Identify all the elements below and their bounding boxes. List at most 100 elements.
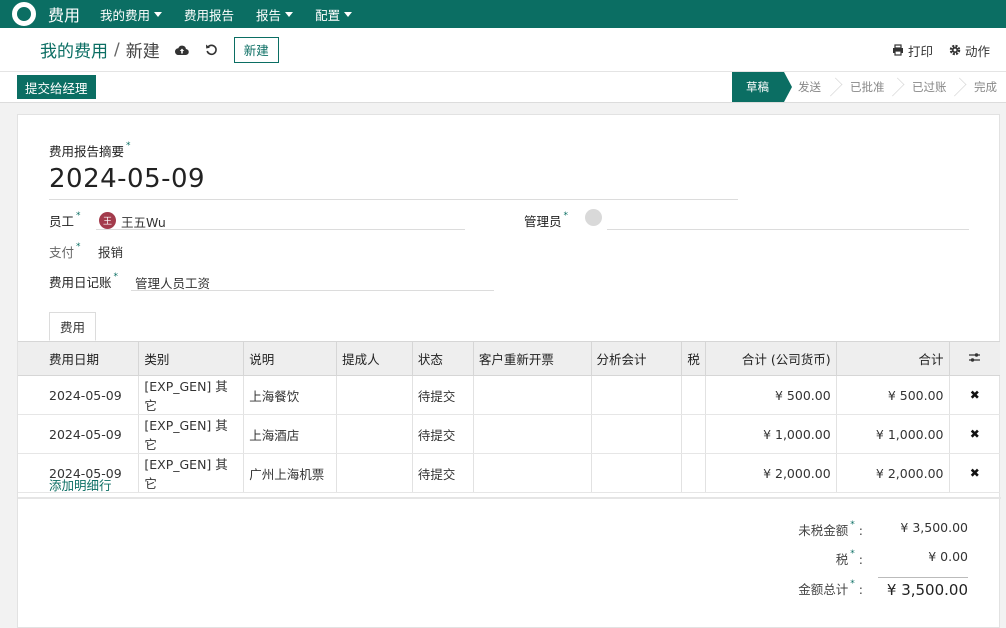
table-row[interactable]: 2024-05-09 [EXP_GEN] 其它 上海酒店 待提交 ¥ 1,000…: [18, 414, 1000, 454]
cell-total-company: ¥ 2,000.00: [704, 453, 837, 493]
menu-label: 配置: [315, 7, 341, 23]
cell-analytic: [590, 453, 682, 493]
manager-avatar: [585, 209, 602, 226]
cell-total-company: ¥ 500.00: [704, 375, 837, 415]
action-label: 动作: [964, 43, 990, 59]
employee-underline: [96, 229, 465, 230]
required-mark: *: [113, 272, 119, 282]
col-header-total[interactable]: 合计: [835, 341, 950, 376]
add-line-link[interactable]: 添加明细行: [49, 475, 112, 494]
breadcrumb-separator: /: [114, 39, 120, 60]
new-button[interactable]: 新建: [233, 36, 279, 63]
delete-row-icon[interactable]: ✖: [948, 414, 1000, 454]
tax-label-text: 税: [835, 552, 849, 567]
col-header-tax[interactable]: 税: [681, 341, 706, 376]
totals-divider: [18, 497, 1001, 499]
summary-label-text: 费用报告摘要: [49, 144, 125, 159]
cell-commission: [336, 453, 413, 493]
step-draft[interactable]: 草稿: [732, 72, 792, 102]
cell-date: 2024-05-09: [18, 375, 139, 415]
table-row[interactable]: 2024-05-09 [EXP_GEN] 其它 广州上海机票 待提交 ¥ 2,0…: [18, 453, 1000, 493]
tax-label: 税 * :: [743, 549, 863, 568]
menu-my-expenses[interactable]: 我的费用: [100, 5, 163, 24]
cell-status: 待提交: [411, 453, 474, 493]
col-header-category[interactable]: 类别: [138, 341, 244, 376]
menu-label: 报告: [256, 7, 282, 23]
delete-row-icon[interactable]: ✖: [948, 375, 1000, 415]
undo-icon[interactable]: [204, 42, 220, 58]
cell-description: 上海酒店: [243, 414, 337, 454]
cell-reinvoice: [472, 375, 592, 415]
cell-commission: [336, 375, 413, 415]
control-panel: 我的费用 / 新建 新建 打印 动作: [0, 28, 1006, 72]
cell-reinvoice: [472, 414, 592, 454]
untaxed-label: 未税金额 * :: [743, 520, 863, 539]
app-logo-icon[interactable]: [12, 2, 36, 26]
untaxed-label-text: 未税金额: [798, 523, 849, 538]
cell-total: ¥ 1,000.00: [835, 414, 950, 454]
col-header-status[interactable]: 状态: [411, 341, 474, 376]
column-settings-icon[interactable]: [948, 341, 1000, 376]
gear-icon: [949, 44, 961, 56]
step-posted[interactable]: 已过账: [898, 72, 967, 102]
summary-input[interactable]: 2024-05-09: [49, 164, 205, 194]
print-icon: [892, 44, 903, 56]
payment-field[interactable]: 报销: [98, 242, 123, 261]
payment-label: 支付 *: [49, 242, 81, 261]
cloud-upload-icon[interactable]: [174, 42, 190, 58]
step-label: 草稿: [746, 80, 769, 94]
employee-avatar: 王: [99, 212, 116, 229]
cell-tax: [681, 414, 706, 454]
required-mark: *: [76, 242, 81, 252]
required-mark: *: [126, 141, 131, 151]
menu-label: 费用报告: [184, 7, 235, 23]
caret-down-icon: [344, 11, 353, 17]
manager-label: 管理员 *: [524, 211, 568, 230]
menu-configuration[interactable]: 配置: [315, 5, 353, 24]
manager-field[interactable]: [607, 229, 969, 230]
manager-label-text: 管理员: [524, 214, 562, 229]
col-header-commission[interactable]: 提成人: [336, 341, 413, 376]
cell-reinvoice: [472, 453, 592, 493]
cell-tax: [681, 375, 706, 415]
tax-amount: ¥ 0.00: [928, 549, 968, 564]
journal-label: 费用日记账 *: [49, 272, 118, 291]
col-header-total-company[interactable]: 合计 (公司货币): [704, 341, 837, 376]
journal-underline: [131, 290, 494, 291]
total-label-text: 金额总计: [798, 582, 849, 597]
cell-commission: [336, 414, 413, 454]
col-header-analytic[interactable]: 分析会计: [590, 341, 682, 376]
tab-expenses[interactable]: 费用: [49, 312, 97, 341]
expense-lines-table: 费用日期 类别 说明 提成人 状态 客户重新开票 分析会计 税 合计 (公司货币…: [18, 341, 1001, 493]
cell-date: 2024-05-09: [18, 414, 139, 454]
form-sheet: 费用报告摘要 * 2024-05-09 员工 * 王 王五Wu 管理员 * 支付 * 报…: [17, 114, 1001, 628]
breadcrumb-parent[interactable]: 我的费用: [40, 37, 108, 62]
submit-to-manager-button[interactable]: 提交给经理: [17, 75, 96, 99]
menu-reporting[interactable]: 报告: [256, 5, 294, 24]
step-done[interactable]: 完成: [960, 72, 1006, 102]
caret-down-icon: [154, 11, 163, 17]
col-header-description[interactable]: 说明: [243, 341, 337, 376]
menu-label: 我的费用: [100, 7, 151, 23]
cell-description: 广州上海机票: [243, 453, 337, 493]
payment-label-text: 支付: [49, 245, 75, 260]
caret-down-icon: [285, 11, 294, 17]
step-label: 发送: [798, 80, 821, 94]
action-button[interactable]: 动作: [949, 41, 990, 60]
cell-status: 待提交: [411, 375, 474, 415]
app-name[interactable]: 费用: [48, 2, 80, 26]
table-row[interactable]: 2024-05-09 [EXP_GEN] 其它 上海餐饮 待提交 ¥ 500.0…: [18, 375, 1000, 415]
cell-category: [EXP_GEN] 其它: [138, 375, 244, 415]
cell-total: ¥ 500.00: [835, 375, 950, 415]
print-button[interactable]: 打印: [892, 41, 933, 60]
col-header-reinvoice[interactable]: 客户重新开票: [472, 341, 592, 376]
untaxed-amount: ¥ 3,500.00: [900, 520, 968, 535]
breadcrumb-current: 新建: [125, 42, 160, 62]
cell-analytic: [590, 414, 682, 454]
col-header-date[interactable]: 费用日期: [18, 341, 139, 376]
step-approved[interactable]: 已批准: [836, 72, 905, 102]
employee-label-text: 员工: [49, 214, 75, 229]
delete-row-icon[interactable]: ✖: [948, 453, 1000, 493]
step-label: 已过账: [912, 80, 947, 94]
menu-expense-reports[interactable]: 费用报告: [184, 5, 234, 24]
